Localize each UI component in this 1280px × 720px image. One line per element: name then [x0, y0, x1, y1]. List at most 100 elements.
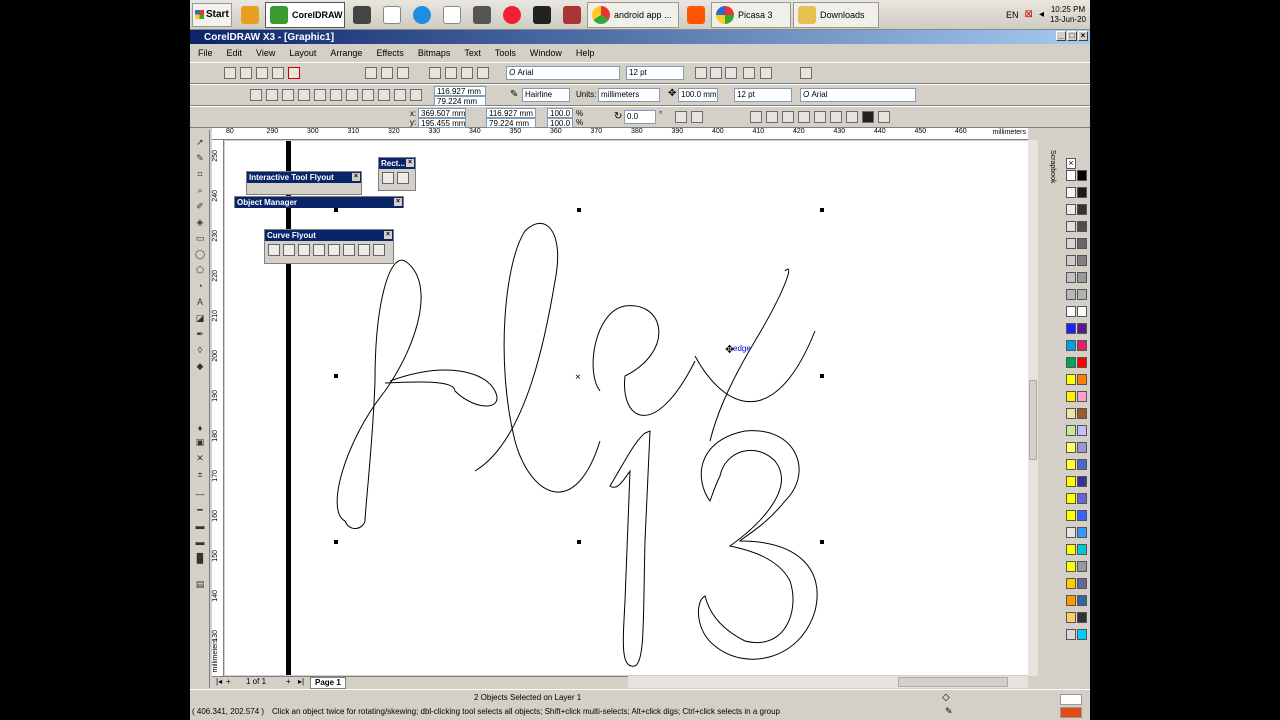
align-button[interactable]: [288, 67, 300, 79]
palette-swatch[interactable]: [1077, 170, 1087, 181]
scale-y-field[interactable]: 100.0: [547, 118, 573, 128]
palette-swatch[interactable]: [1066, 204, 1076, 215]
node-button[interactable]: [429, 67, 441, 79]
palette-swatch[interactable]: [1066, 561, 1076, 572]
palette-swatch[interactable]: [1077, 510, 1087, 521]
palette-swatch[interactable]: [1077, 476, 1087, 487]
palette-swatch[interactable]: [1077, 289, 1087, 300]
scale-x-field[interactable]: 100.0: [547, 108, 573, 118]
palette-swatch[interactable]: [1077, 408, 1087, 419]
add-page-icon[interactable]: +: [226, 677, 231, 686]
vertical-ruler[interactable]: millimeters 250 240 230 220 210 200 190 180 170 1…: [212, 140, 224, 676]
palette-swatch[interactable]: [1077, 561, 1087, 572]
task-picasa[interactable]: Picasa 3: [711, 1, 791, 28]
palette-swatch[interactable]: [1066, 221, 1076, 232]
quicklaunch-item[interactable]: [467, 2, 497, 28]
crop-tool-icon[interactable]: ⌗: [193, 168, 207, 180]
menu-tools[interactable]: Tools: [495, 48, 516, 58]
first-page-icon[interactable]: |◂: [216, 677, 222, 686]
quicklaunch-item[interactable]: [557, 2, 587, 28]
width-field[interactable]: 116.927 mm: [434, 86, 486, 96]
handle[interactable]: [577, 208, 581, 212]
property-button[interactable]: [266, 89, 278, 101]
property-button[interactable]: [298, 89, 310, 101]
menu-layout[interactable]: Layout: [289, 48, 316, 58]
vertical-scroll-thumb[interactable]: [1029, 380, 1037, 460]
horizontal-scroll-thumb[interactable]: [898, 677, 1008, 687]
arrange-button[interactable]: [862, 111, 874, 123]
bezier-icon[interactable]: [283, 244, 295, 256]
horizontal-ruler[interactable]: millimeters 80 290 300 310 320 330 340 350 360 37…: [212, 128, 1028, 140]
palette-swatch[interactable]: [1077, 323, 1087, 334]
node-button[interactable]: [477, 67, 489, 79]
align-text-button[interactable]: [760, 67, 772, 79]
pen-icon[interactable]: [313, 244, 325, 256]
object-manager-flyout[interactable]: Object Manager ×: [234, 196, 404, 208]
close-icon[interactable]: ×: [406, 159, 414, 167]
fill-tool-icon[interactable]: ◆: [193, 360, 207, 372]
palette-swatch[interactable]: [1077, 238, 1087, 249]
line-thick-icon[interactable]: ▬: [193, 520, 207, 532]
page-tab[interactable]: Page 1: [310, 677, 346, 689]
palette-swatch[interactable]: [1066, 493, 1076, 504]
no-outline-icon[interactable]: ✕: [193, 452, 207, 464]
scrapbook-tab[interactable]: Scrapbook: [1042, 150, 1056, 260]
rectangle-flyout[interactable]: Rect... ×: [378, 157, 416, 191]
close-icon[interactable]: ×: [394, 198, 402, 206]
x-field[interactable]: 369.507 mm: [418, 108, 466, 118]
letter-e-outline[interactable]: [592, 305, 696, 416]
freehand-icon[interactable]: [268, 244, 280, 256]
no-color-swatch[interactable]: ×: [1066, 158, 1076, 169]
underline-button[interactable]: [725, 67, 737, 79]
property-button[interactable]: [282, 89, 294, 101]
connector-icon[interactable]: [358, 244, 370, 256]
bucket-icon[interactable]: ▣: [193, 436, 207, 448]
palette-swatch[interactable]: [1066, 578, 1076, 589]
menu-bitmaps[interactable]: Bitmaps: [418, 48, 451, 58]
handle[interactable]: [820, 208, 824, 212]
palette-swatch[interactable]: [1077, 442, 1087, 453]
palette-swatch[interactable]: [1066, 459, 1076, 470]
palette-swatch[interactable]: [1077, 204, 1087, 215]
palette-swatch[interactable]: [1066, 187, 1076, 198]
quicklaunch-item[interactable]: [377, 2, 407, 28]
line-medium-icon[interactable]: ━: [193, 504, 207, 516]
text-tool-icon[interactable]: A: [193, 296, 207, 308]
task-downloads[interactable]: Downloads: [793, 1, 879, 28]
palette-swatch[interactable]: [1077, 544, 1087, 555]
handle[interactable]: [820, 374, 824, 378]
palette-swatch[interactable]: [1066, 272, 1076, 283]
network-icon[interactable]: ⊠: [1025, 9, 1033, 20]
palette-swatch[interactable]: [1077, 272, 1087, 283]
minimize-button[interactable]: _: [1056, 31, 1066, 41]
menu-effects[interactable]: Effects: [376, 48, 403, 58]
handle[interactable]: [334, 374, 338, 378]
menu-arrange[interactable]: Arrange: [330, 48, 362, 58]
arrange-button[interactable]: [878, 111, 890, 123]
handle[interactable]: [334, 540, 338, 544]
y-field[interactable]: 195.455 mm: [418, 118, 466, 128]
nudge-field[interactable]: 100.0 mm: [678, 88, 718, 102]
align-button[interactable]: [224, 67, 236, 79]
polygon-tool-icon[interactable]: ⬠: [193, 264, 207, 276]
palette-swatch[interactable]: [1077, 255, 1087, 266]
palette-swatch[interactable]: [1066, 595, 1076, 606]
task-chrome[interactable]: android app ...: [587, 1, 679, 28]
palette-swatch[interactable]: [1077, 493, 1087, 504]
pick-tool-icon[interactable]: ➚: [193, 136, 207, 148]
align-text-button[interactable]: [743, 67, 755, 79]
palette-swatch[interactable]: [1066, 629, 1076, 640]
node-button[interactable]: [381, 67, 393, 79]
color-mode-icon[interactable]: ▤: [193, 578, 207, 590]
palette-swatch[interactable]: [1077, 221, 1087, 232]
palette-swatch[interactable]: [1066, 510, 1076, 521]
menu-help[interactable]: Help: [576, 48, 595, 58]
arrange-button[interactable]: [814, 111, 826, 123]
clock[interactable]: 10:25 PM 13-Jun-20: [1050, 5, 1086, 25]
quicklaunch-item[interactable]: [437, 2, 467, 28]
node-button[interactable]: [397, 67, 409, 79]
font-size-field[interactable]: 12 pt: [734, 88, 792, 102]
quicklaunch-item[interactable]: [497, 2, 527, 28]
palette-swatch[interactable]: [1066, 323, 1076, 334]
menu-edit[interactable]: Edit: [227, 48, 243, 58]
